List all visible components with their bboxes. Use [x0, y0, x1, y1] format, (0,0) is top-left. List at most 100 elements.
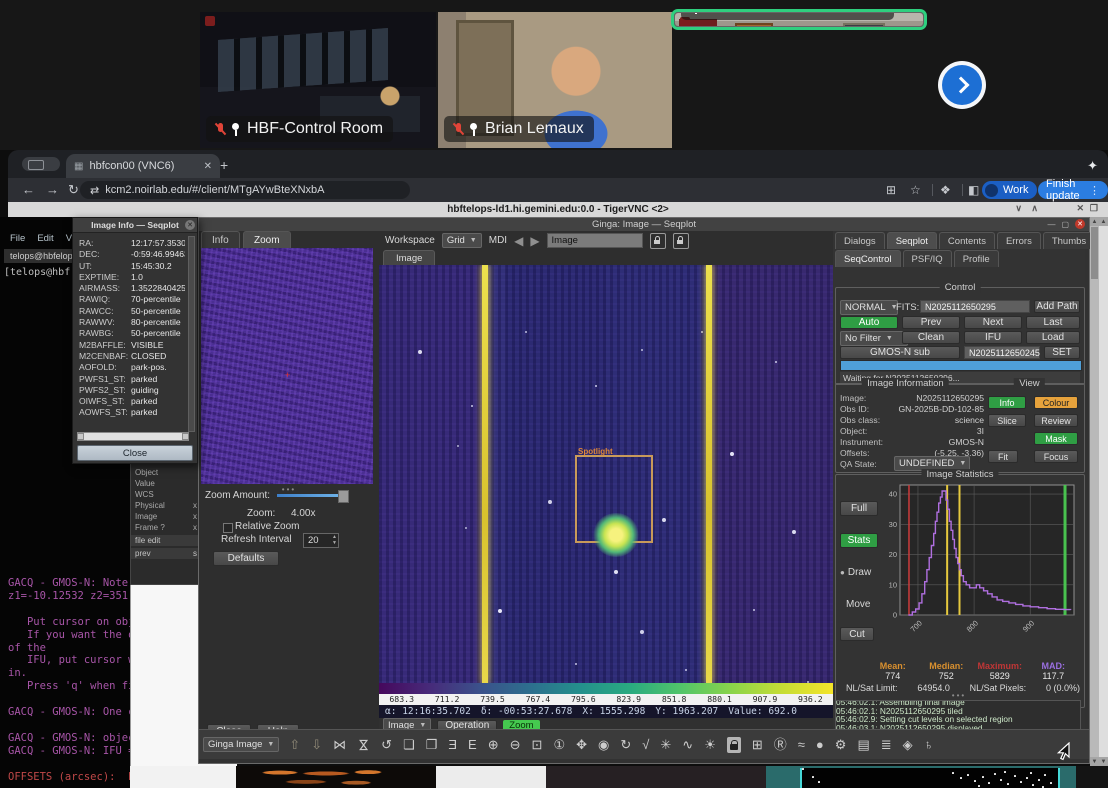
- flip-y-icon[interactable]: ⋈: [356, 738, 372, 751]
- zoom-amount-slider[interactable]: [277, 494, 341, 497]
- next-button[interactable]: Next: [964, 316, 1022, 329]
- relative-zoom-checkbox[interactable]: [223, 523, 233, 533]
- tab-contents[interactable]: Contents: [939, 232, 995, 249]
- vnc-title-bar[interactable]: hbftelops-ld1.hi.gemini.edu:0.0 - TigerV…: [8, 202, 1108, 217]
- minimize-icon[interactable]: —: [1047, 220, 1055, 229]
- view-slice-button[interactable]: Slice: [988, 414, 1026, 427]
- lock-icon[interactable]: [650, 233, 666, 249]
- layers-icon[interactable]: ≣: [881, 737, 892, 753]
- zoom-preview[interactable]: +: [201, 248, 373, 484]
- subtab-psfiq[interactable]: PSF/IQ: [903, 250, 952, 267]
- contrast-burst-icon[interactable]: ✳: [660, 737, 671, 753]
- last-button[interactable]: Last: [1026, 316, 1080, 329]
- dialog-title-bar[interactable]: Image Info — Seqplot: [73, 218, 197, 233]
- pick-region-icon[interactable]: ⊞: [752, 737, 763, 753]
- profile-button[interactable]: Work: [982, 181, 1037, 199]
- histogram[interactable]: 010203040700800900: [880, 479, 1080, 657]
- restore-icon[interactable]: Ⓡ: [774, 737, 787, 753]
- zoom-in-icon[interactable]: ⊕: [488, 737, 499, 753]
- browser-tab[interactable]: ▦ hbfcon00 (VNC6) ✕: [66, 154, 220, 178]
- view-colour-button[interactable]: Colour: [1034, 396, 1078, 409]
- load-button[interactable]: Load: [1026, 331, 1080, 344]
- wave-icon[interactable]: ≈: [798, 737, 805, 753]
- view-fit-button[interactable]: Fit: [988, 450, 1018, 463]
- vnc-close-icon[interactable]: ✕: [1076, 203, 1084, 214]
- workspace-name-input[interactable]: Image: [547, 233, 643, 248]
- prev-image-icon[interactable]: ⇧: [289, 737, 300, 753]
- subtab-profile[interactable]: Profile: [954, 250, 999, 267]
- lock-icon[interactable]: [727, 737, 741, 753]
- video-tile-main-conference[interactable]: HBF-Main Conference ...: [674, 12, 924, 27]
- filter-select[interactable]: No Filter▼: [840, 331, 908, 346]
- splitter-handle[interactable]: •••: [833, 691, 1085, 700]
- center-icon[interactable]: ◉: [598, 737, 609, 753]
- side-panel-icon[interactable]: ◧: [968, 183, 979, 197]
- mode-select[interactable]: NORMAL▼: [840, 300, 898, 315]
- view-review-button[interactable]: Review: [1034, 414, 1078, 427]
- stepper-arrows-icon[interactable]: ▲▼: [332, 534, 337, 546]
- curve-icon[interactable]: ∿: [682, 737, 693, 753]
- lower-tab-icon[interactable]: ❐: [426, 737, 438, 753]
- move-radio[interactable]: Move: [846, 599, 870, 610]
- dialog-close-icon[interactable]: ✕: [185, 220, 195, 230]
- scroll-down-icon[interactable]: ▼: [1099, 757, 1108, 766]
- tab-close-icon[interactable]: ✕: [204, 161, 212, 172]
- new-tab-button[interactable]: +: [220, 157, 228, 173]
- view-info-button[interactable]: Info: [988, 396, 1026, 409]
- raise-tab-icon[interactable]: ❏: [403, 737, 415, 753]
- workspace-next-icon[interactable]: ▶: [530, 234, 539, 248]
- set-button[interactable]: SET: [1044, 346, 1080, 359]
- tab-errors[interactable]: Errors: [997, 232, 1041, 249]
- dialog-hscrollbar[interactable]: [77, 432, 189, 441]
- finish-update-button[interactable]: Finish update ⋮: [1038, 181, 1108, 199]
- brightness-icon[interactable]: ☀: [704, 737, 716, 753]
- auto-button[interactable]: Auto: [840, 316, 898, 329]
- slider-handle[interactable]: [338, 490, 349, 503]
- tab-thumbs[interactable]: Thumbs: [1043, 232, 1095, 249]
- tab-info[interactable]: Info: [201, 231, 240, 249]
- zoom-fit-icon[interactable]: ⊡: [532, 737, 543, 753]
- site-settings-icon[interactable]: ⇄: [90, 184, 99, 197]
- terminal-menu-item[interactable]: Edit: [37, 233, 53, 244]
- extensions-icon[interactable]: ❖: [940, 183, 951, 197]
- gmos-sub-button[interactable]: GMOS-N sub: [840, 346, 960, 359]
- vnc-scrollbar[interactable]: ▲ ▼: [1090, 217, 1099, 766]
- vnc-restore-icon[interactable]: ∧: [1031, 203, 1038, 214]
- defaults-button[interactable]: Defaults: [213, 551, 279, 566]
- orient-ne-icon[interactable]: Ǝ: [448, 737, 457, 753]
- ginga-image-select[interactable]: Ginga Image▼: [203, 737, 279, 752]
- forward-icon[interactable]: →: [46, 182, 59, 198]
- window-controls[interactable]: [22, 157, 60, 171]
- tag-icon[interactable]: ◈: [903, 737, 913, 753]
- colorbar[interactable]: [379, 683, 833, 694]
- sub-input[interactable]: N2025112650245: [964, 346, 1040, 359]
- address-bar[interactable]: ⇄ kcm2.noirlab.edu/#/client/MTgAYwBteXNx…: [80, 181, 410, 199]
- cut-button[interactable]: Cut: [840, 627, 874, 641]
- reload-icon[interactable]: ↻: [68, 182, 79, 198]
- scroll-up-icon[interactable]: ▲: [1099, 217, 1108, 226]
- ginga-title-bar[interactable]: Ginga: Image — Seqplot — ▢ ✕: [199, 218, 1089, 231]
- scroll-down-icon[interactable]: ▼: [1090, 757, 1099, 766]
- subtab-seqcontrol[interactable]: SeqControl: [835, 250, 901, 267]
- orient-se-icon[interactable]: E: [468, 737, 477, 753]
- fits-input[interactable]: N2025112650295: [920, 300, 1030, 313]
- tab-image[interactable]: Image: [383, 250, 435, 266]
- install-icon[interactable]: ⊞: [886, 183, 896, 197]
- tab-dialogs[interactable]: Dialogs: [835, 232, 885, 249]
- sparkle-icon[interactable]: ✦: [1087, 158, 1098, 174]
- ifu-button[interactable]: IFU: [964, 331, 1022, 344]
- view-focus-button[interactable]: Focus: [1034, 450, 1078, 463]
- flip-x-icon[interactable]: ⋈: [333, 737, 346, 753]
- next-image-icon[interactable]: ⇩: [311, 737, 322, 753]
- video-tile-brian-lemaux[interactable]: Brian Lemaux: [438, 12, 672, 148]
- folder-icon[interactable]: ▤: [857, 737, 869, 753]
- terminal-menu-item[interactable]: File: [10, 233, 25, 244]
- close-icon[interactable]: ✕: [1075, 219, 1085, 229]
- dist-sqrt-icon[interactable]: √: [642, 737, 649, 753]
- dialog-vscrollbar[interactable]: [188, 236, 195, 432]
- maximize-icon[interactable]: ▢: [1061, 220, 1069, 229]
- pick-tool-icon[interactable]: ♄: [924, 737, 934, 753]
- tab-seqplot[interactable]: Seqplot: [887, 232, 937, 249]
- settings-icon[interactable]: ⚙: [835, 737, 847, 753]
- scroll-up-icon[interactable]: ▲: [1090, 217, 1099, 226]
